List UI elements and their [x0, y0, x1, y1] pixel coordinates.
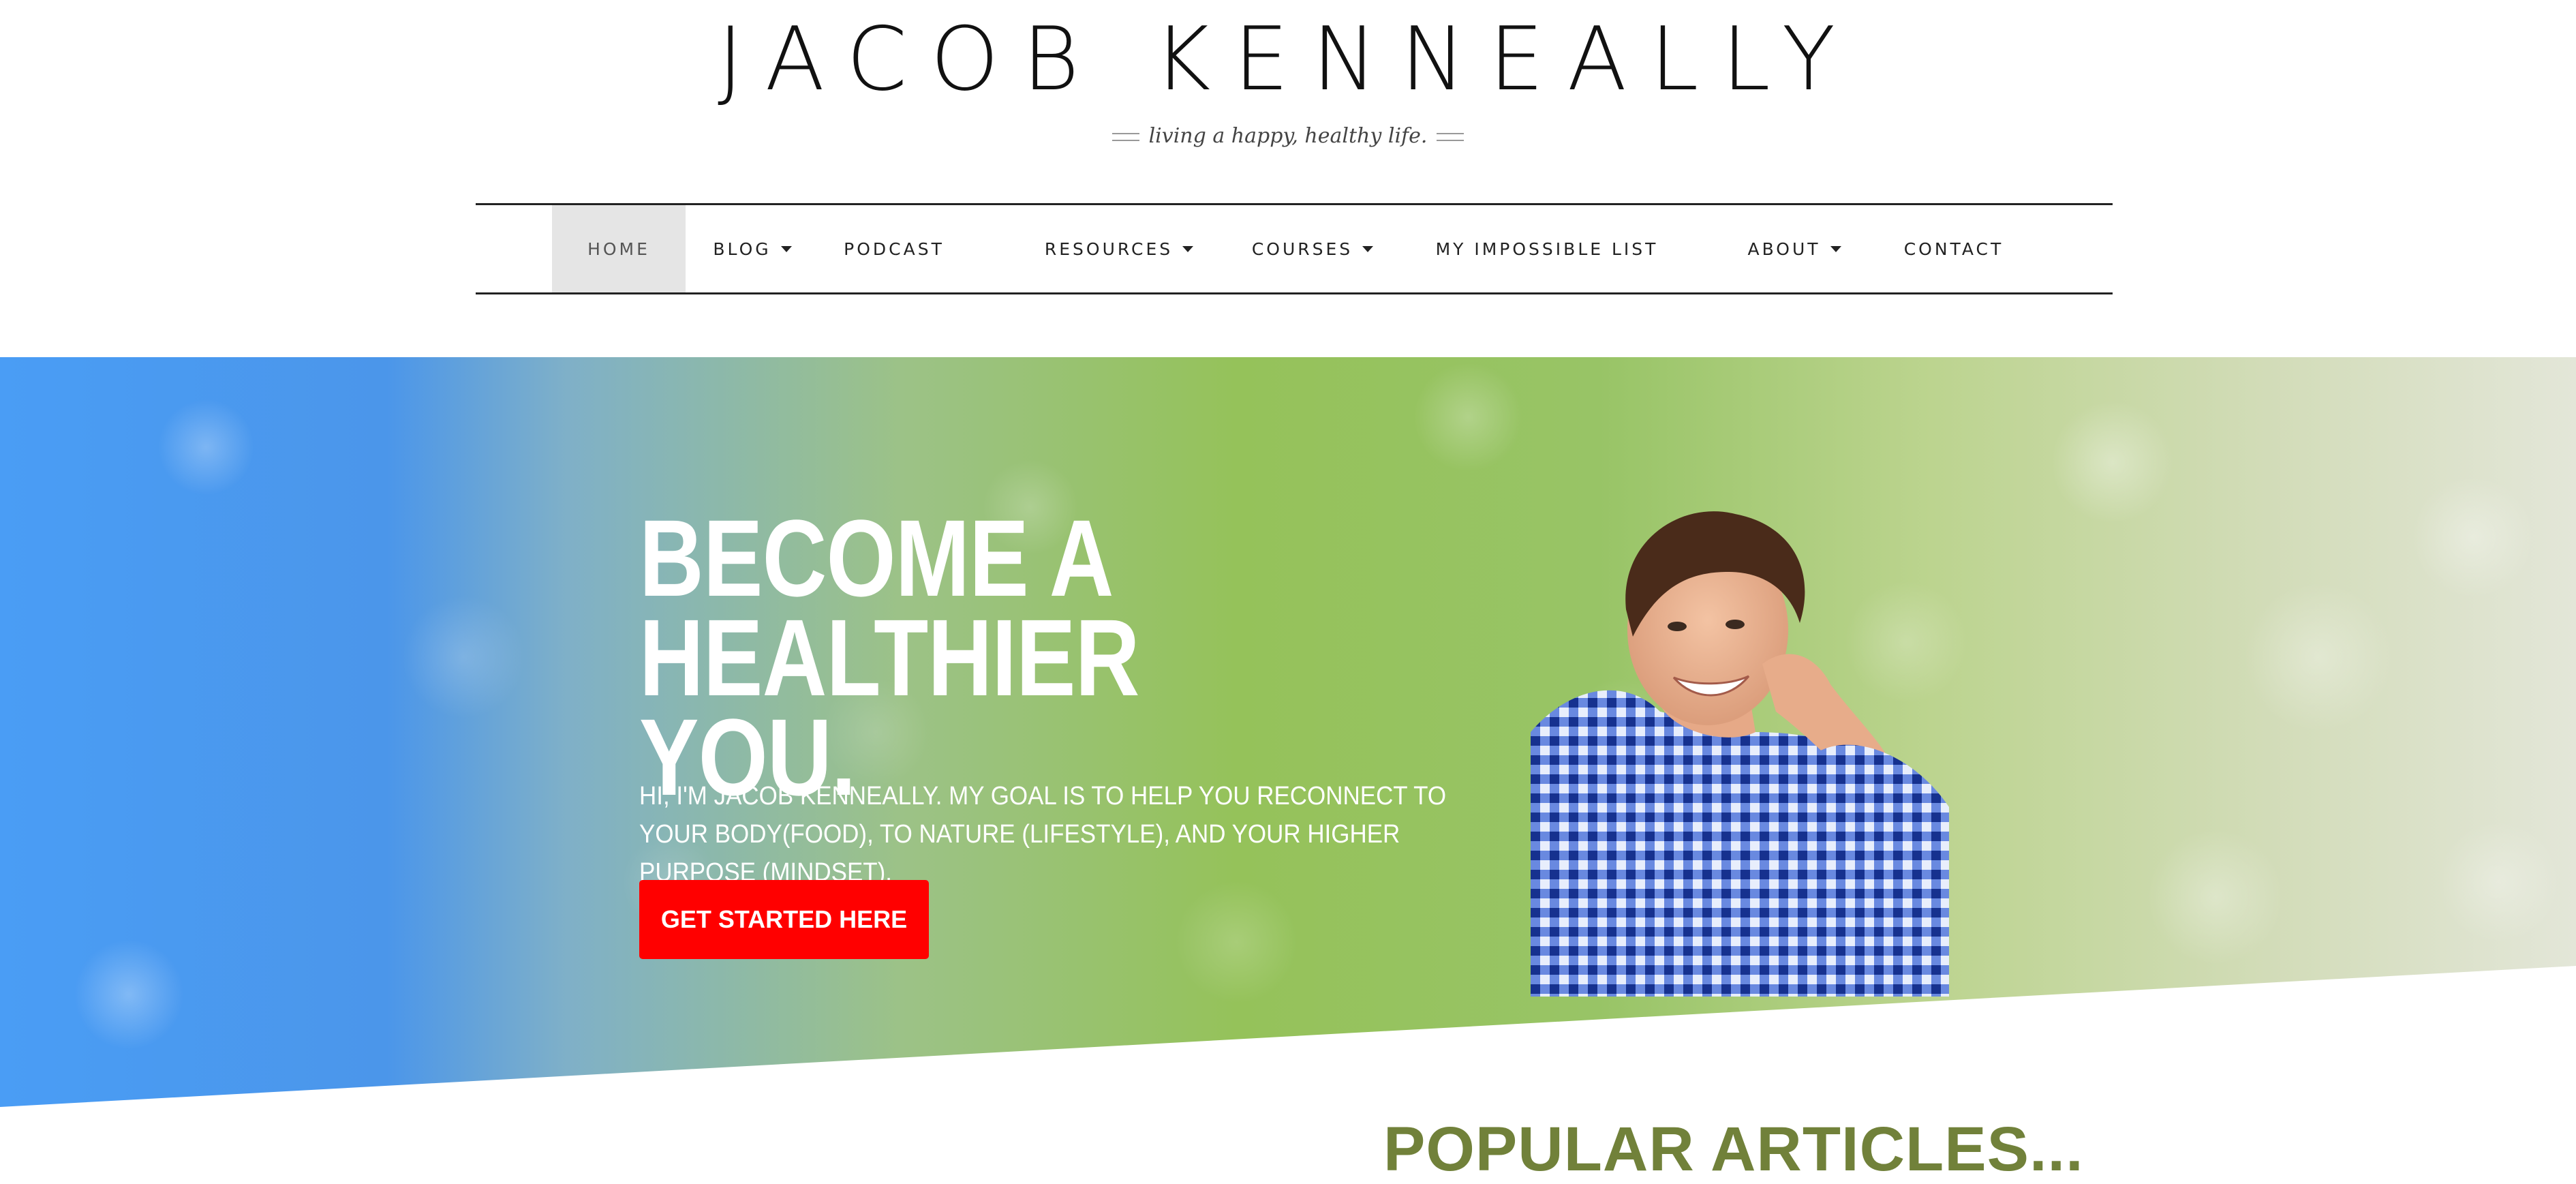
popular-articles-heading: POPULAR ARTICLES...	[1383, 1114, 2084, 1184]
nav-item-podcast[interactable]: PODCAST	[840, 205, 949, 292]
hero-section: BECOME A HEALTHIER YOU. HI, I'M JACOB KE…	[0, 357, 2576, 1107]
nav-item-about[interactable]: ABOUT	[1736, 205, 1852, 292]
tagline-text: living a happy, healthy life.	[1148, 124, 1428, 148]
get-started-button[interactable]: GET STARTED HERE	[639, 880, 929, 959]
nav-item-label: ABOUT	[1747, 239, 1821, 259]
nav-item-label: CONTACT	[1903, 239, 2004, 259]
author-portrait	[1531, 507, 1949, 997]
nav-item-home[interactable]: HOME	[552, 205, 686, 292]
hero-headline: BECOME A HEALTHIER YOU.	[639, 497, 1139, 818]
nav-item-contact[interactable]: CONTACT	[1901, 205, 2006, 292]
site-title[interactable]: JACOB KENNEALLY	[0, 5, 2576, 115]
caret-down-icon	[780, 245, 792, 252]
main-nav: HOME BLOG PODCAST RESOURCES COURSES MY I…	[476, 203, 2113, 294]
nav-item-blog[interactable]: BLOG	[698, 205, 807, 292]
caret-down-icon	[1182, 245, 1194, 252]
site-header: JACOB KENNEALLY living a happy, healthy …	[0, 0, 2576, 357]
tagline: living a happy, healthy life.	[0, 117, 2576, 155]
caret-down-icon	[1830, 245, 1841, 252]
nav-item-label: COURSES	[1251, 239, 1353, 259]
nav-item-label: RESOURCES	[1044, 239, 1174, 259]
hero-intro-text: HI, I'M JACOB KENNEALLY. MY GOAL IS TO H…	[639, 782, 1447, 887]
nav-item-resources[interactable]: RESOURCES	[1039, 205, 1199, 292]
nav-item-label: HOME	[587, 239, 650, 259]
tagline-left-ornament	[1111, 133, 1139, 141]
nav-item-my-impossible-list[interactable]: MY IMPOSSIBLE LIST	[1436, 205, 1656, 292]
nav-item-label: MY IMPOSSIBLE LIST	[1435, 239, 1659, 259]
nav-item-label: PODCAST	[844, 239, 945, 259]
caret-down-icon	[1362, 245, 1374, 252]
nav-item-label: BLOG	[713, 239, 771, 259]
tagline-right-ornament	[1437, 133, 1465, 141]
nav-item-courses[interactable]: COURSES	[1244, 205, 1381, 292]
